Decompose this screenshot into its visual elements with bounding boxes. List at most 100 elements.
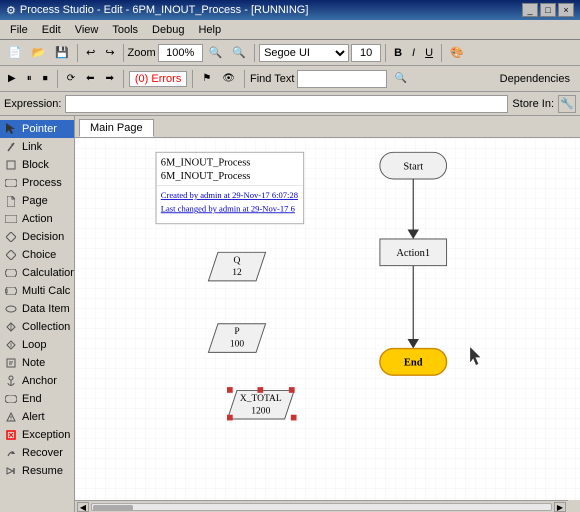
cursor [470, 348, 480, 365]
redo-button[interactable]: ↪ [101, 44, 118, 61]
scroll-right-button[interactable]: ▶ [554, 502, 566, 512]
underline-button[interactable]: U [421, 45, 437, 61]
minimize-button[interactable]: _ [522, 3, 538, 17]
info-subtitle: 6M_INOUT_Process [161, 171, 251, 182]
find-input[interactable] [297, 70, 387, 88]
sidebar-item-action[interactable]: Action [0, 210, 74, 228]
stop-button[interactable]: ⏹ [39, 71, 52, 86]
horizontal-scrollbar[interactable]: ◀ ▶ [75, 500, 568, 512]
sidebar-item-pointer[interactable]: Pointer [0, 120, 74, 138]
info-modified: Last changed by admin at 29-Nov-17 6 [161, 203, 296, 213]
scroll-thumb[interactable] [93, 505, 133, 511]
title-bar-controls[interactable]: _ □ × [522, 3, 574, 17]
sidebar-item-process[interactable]: Process [0, 174, 74, 192]
sidebar-item-resume[interactable]: Resume [0, 462, 74, 480]
back-button[interactable]: ⬅ [82, 71, 98, 86]
alert-icon [4, 410, 18, 424]
handle-br [291, 415, 296, 420]
sidebar-decision-label: Decision [22, 231, 64, 243]
scroll-track[interactable] [91, 503, 552, 511]
watch-button[interactable]: 👁 [218, 71, 239, 86]
store-in-button[interactable]: 🔧 [558, 95, 576, 113]
sep7 [123, 70, 124, 88]
action1-label: Action1 [396, 248, 430, 259]
sidebar: Pointer Link Block Process Page [0, 116, 75, 512]
zoom-input[interactable] [158, 44, 203, 62]
sidebar-end-label: End [22, 393, 42, 405]
expression-input[interactable] [65, 95, 508, 113]
sidebar-item-block[interactable]: Block [0, 156, 74, 174]
sidebar-item-exception[interactable]: Exception [0, 426, 74, 444]
font-select[interactable]: Segoe UI [259, 44, 349, 62]
xtotal-label: X_TOTAL [240, 394, 282, 404]
sidebar-item-end[interactable]: End [0, 390, 74, 408]
menu-edit[interactable]: Edit [36, 22, 67, 38]
sidebar-item-calculation[interactable]: Calculation [0, 264, 74, 282]
zoom-in-button[interactable]: 🔍 [228, 44, 250, 61]
tab-main-page[interactable]: Main Page [79, 119, 154, 137]
sep2 [123, 44, 124, 62]
sidebar-item-label: Pointer [22, 123, 57, 135]
sep6 [57, 70, 58, 88]
pause-button[interactable]: ⏸ [23, 71, 36, 86]
info-created: Created by admin at 29-Nov-17 6:07:28 [161, 190, 298, 200]
exception-icon [4, 428, 18, 442]
dataitem-icon [4, 302, 18, 316]
handle-tl [227, 388, 232, 393]
bp-button[interactable]: ⚑ [198, 71, 215, 86]
sidebar-item-loop[interactable]: Loop [0, 336, 74, 354]
save-button[interactable]: 💾 [51, 44, 73, 61]
choice-icon [4, 248, 18, 262]
menu-help[interactable]: Help [192, 22, 227, 38]
sep3 [254, 44, 255, 62]
main-content: Pointer Link Block Process Page [0, 116, 580, 512]
sidebar-item-decision[interactable]: Decision [0, 228, 74, 246]
sidebar-item-multicalc[interactable]: Multi Calc [0, 282, 74, 300]
find-button[interactable]: 🔍 [390, 71, 410, 86]
menu-debug[interactable]: Debug [146, 22, 190, 38]
page-icon [4, 194, 18, 208]
sidebar-block-label: Block [22, 159, 49, 171]
sidebar-item-page[interactable]: Page [0, 192, 74, 210]
q-label: Q [234, 256, 241, 266]
errors-button[interactable]: (0) Errors [129, 71, 187, 87]
handle-tr [289, 388, 294, 393]
sidebar-item-alert[interactable]: Alert [0, 408, 74, 426]
font-size-input[interactable] [351, 44, 381, 62]
close-button[interactable]: × [558, 3, 574, 17]
dependencies-button[interactable]: Dependencies [494, 71, 576, 87]
sidebar-item-link[interactable]: Link [0, 138, 74, 156]
bold-button[interactable]: B [390, 45, 406, 61]
undo-button[interactable]: ↩ [82, 44, 99, 61]
sidebar-item-dataitem[interactable]: Data Item [0, 300, 74, 318]
sidebar-item-recover[interactable]: Recover [0, 444, 74, 462]
zoom-label: Zoom [128, 47, 156, 59]
sidebar-link-label: Link [22, 141, 42, 153]
title-bar-text: Process Studio - Edit - 6PM_INOUT_Proces… [20, 4, 309, 16]
new-button[interactable]: 📄 [4, 44, 26, 61]
pointer-icon [4, 122, 18, 136]
italic-button[interactable]: I [408, 45, 419, 61]
sidebar-item-note[interactable]: Note [0, 354, 74, 372]
menu-view[interactable]: View [69, 22, 105, 38]
run-button[interactable]: ▶ [4, 71, 20, 86]
multicalc-icon [4, 284, 18, 298]
menu-file[interactable]: File [4, 22, 34, 38]
open-button[interactable]: 📂 [28, 44, 50, 61]
canvas[interactable]: 6M_INOUT_Process 6M_INOUT_Process Create… [75, 138, 580, 500]
step-button[interactable]: ⟳ [63, 71, 79, 86]
sep8 [192, 70, 193, 88]
color-button[interactable]: 🎨 [446, 44, 468, 61]
sep9 [244, 70, 245, 88]
scroll-left-button[interactable]: ◀ [77, 502, 89, 512]
forward-button[interactable]: ➡ [101, 71, 117, 86]
zoom-out-button[interactable]: 🔍 [205, 44, 227, 61]
end-icon [4, 392, 18, 406]
sidebar-resume-label: Resume [22, 465, 63, 477]
menu-tools[interactable]: Tools [106, 22, 144, 38]
sidebar-item-collection[interactable]: Collection [0, 318, 74, 336]
maximize-button[interactable]: □ [540, 3, 556, 17]
sidebar-item-anchor[interactable]: Anchor [0, 372, 74, 390]
sidebar-item-choice[interactable]: Choice [0, 246, 74, 264]
process-icon [4, 176, 18, 190]
